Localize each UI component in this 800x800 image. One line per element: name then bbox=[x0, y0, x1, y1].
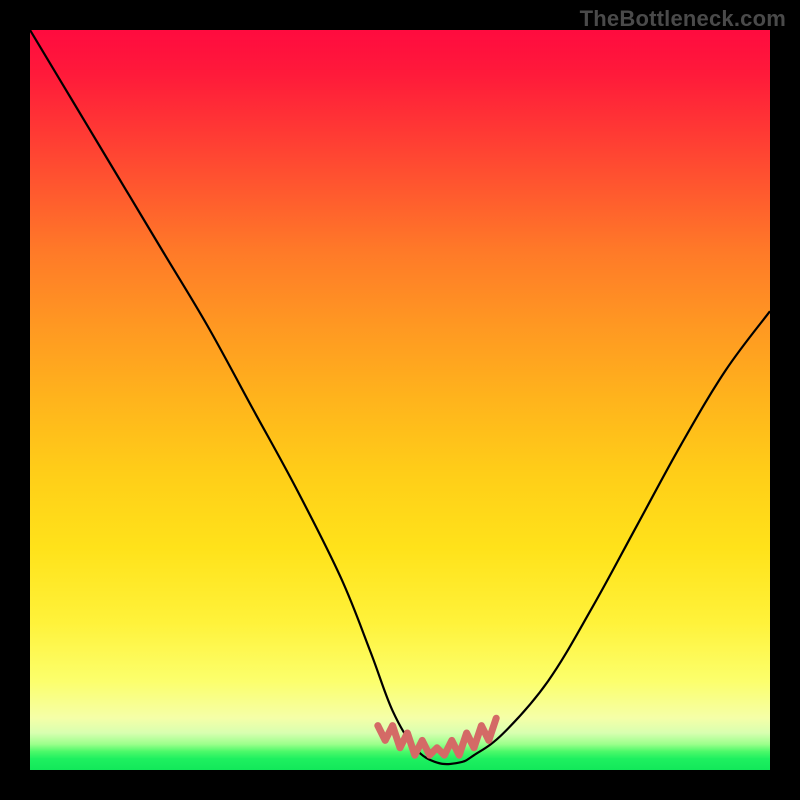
trough-jagged-line bbox=[30, 30, 770, 770]
plot-area bbox=[30, 30, 770, 770]
chart-frame: TheBottleneck.com bbox=[0, 0, 800, 800]
watermark-text: TheBottleneck.com bbox=[580, 6, 786, 32]
